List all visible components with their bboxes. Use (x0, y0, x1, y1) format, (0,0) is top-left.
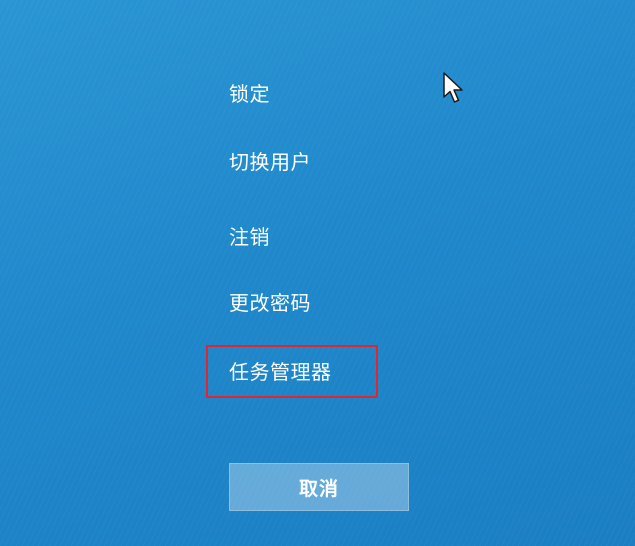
cancel-button[interactable]: 取消 (229, 463, 409, 511)
menu-item-sign-out[interactable]: 注销 (229, 225, 270, 249)
task-manager-highlight-annotation (206, 345, 378, 398)
menu-item-change-password[interactable]: 更改密码 (229, 291, 311, 315)
menu-item-switch-user[interactable]: 切换用户 (229, 150, 311, 174)
mouse-pointer-icon (443, 72, 463, 103)
menu-item-lock[interactable]: 锁定 (229, 82, 270, 106)
